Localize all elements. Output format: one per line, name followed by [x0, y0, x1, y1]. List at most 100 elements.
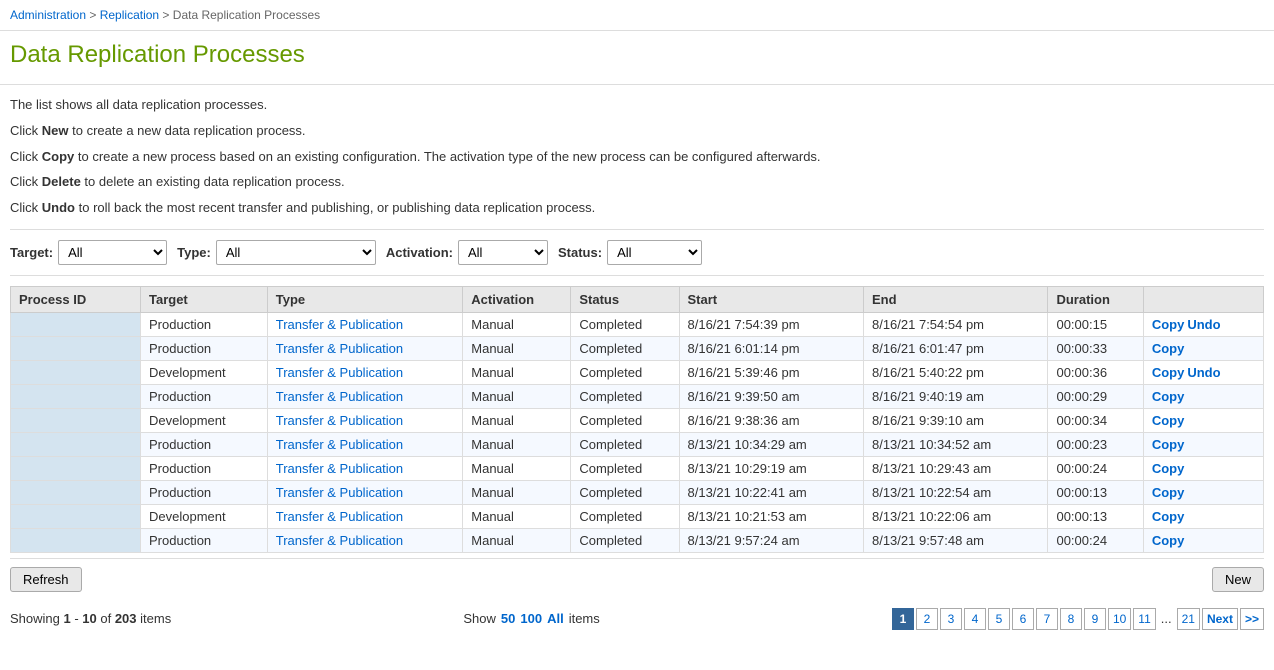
show-controls: Show 50 100 All items [463, 611, 599, 626]
page-header: Data Replication Processes [0, 31, 1274, 85]
page-9[interactable]: 9 [1084, 608, 1106, 630]
cell-type[interactable]: Transfer & Publication [267, 384, 463, 408]
type-link[interactable]: Transfer & Publication [276, 365, 403, 380]
cell-actions[interactable]: Copy [1143, 408, 1263, 432]
page-2[interactable]: 2 [916, 608, 938, 630]
page-1[interactable]: 1 [892, 608, 914, 630]
copy-action-link[interactable]: Copy [1152, 341, 1185, 356]
cell-type[interactable]: Transfer & Publication [267, 480, 463, 504]
page-11[interactable]: 11 [1133, 608, 1155, 630]
col-status: Status [571, 286, 679, 312]
cell-process-id [11, 480, 141, 504]
page-3[interactable]: 3 [940, 608, 962, 630]
cell-actions[interactable]: CopyUndo [1143, 360, 1263, 384]
cell-actions[interactable]: Copy [1143, 480, 1263, 504]
cell-actions[interactable]: CopyUndo [1143, 312, 1263, 336]
cell-end: 8/13/21 10:29:43 am [863, 456, 1047, 480]
copy-action-link[interactable]: Copy [1152, 437, 1185, 452]
type-link[interactable]: Transfer & Publication [276, 533, 403, 548]
page-7[interactable]: 7 [1036, 608, 1058, 630]
filter-status-label: Status: [558, 245, 602, 260]
copy-action-link[interactable]: Copy [1152, 485, 1185, 500]
type-link[interactable]: Transfer & Publication [276, 509, 403, 524]
cell-status: Completed [571, 336, 679, 360]
cell-type[interactable]: Transfer & Publication [267, 504, 463, 528]
refresh-button[interactable]: Refresh [10, 567, 82, 592]
page-21[interactable]: 21 [1177, 608, 1200, 630]
cell-activation: Manual [463, 528, 571, 552]
cell-type[interactable]: Transfer & Publication [267, 456, 463, 480]
copy-action-link[interactable]: Copy [1152, 317, 1185, 332]
filter-activation-select[interactable]: All Manual Automatic [458, 240, 548, 265]
copy-action-link[interactable]: Copy [1152, 509, 1185, 524]
table-row: ProductionTransfer & PublicationManualCo… [11, 432, 1264, 456]
new-button[interactable]: New [1212, 567, 1264, 592]
info-line4: Click Delete to delete an existing data … [10, 172, 1264, 193]
copy-action-link[interactable]: Copy [1152, 413, 1185, 428]
next-last-button[interactable]: >> [1240, 608, 1264, 630]
type-link[interactable]: Transfer & Publication [276, 485, 403, 500]
page-title: Data Replication Processes [10, 41, 1264, 69]
cell-type[interactable]: Transfer & Publication [267, 432, 463, 456]
cell-duration: 00:00:13 [1048, 504, 1143, 528]
cell-type[interactable]: Transfer & Publication [267, 360, 463, 384]
breadcrumb-admin[interactable]: Administration [10, 8, 86, 22]
page-6[interactable]: 6 [1012, 608, 1034, 630]
page-4[interactable]: 4 [964, 608, 986, 630]
filters-bar: Target: All Production Development Type:… [10, 229, 1264, 276]
table-row: ProductionTransfer & PublicationManualCo… [11, 456, 1264, 480]
cell-actions[interactable]: Copy [1143, 528, 1263, 552]
type-link[interactable]: Transfer & Publication [276, 437, 403, 452]
cell-actions[interactable]: Copy [1143, 504, 1263, 528]
show-50[interactable]: 50 [501, 611, 515, 626]
page-5[interactable]: 5 [988, 608, 1010, 630]
filter-activation-group: Activation: All Manual Automatic [386, 240, 548, 265]
cell-status: Completed [571, 312, 679, 336]
type-link[interactable]: Transfer & Publication [276, 341, 403, 356]
cell-type[interactable]: Transfer & Publication [267, 312, 463, 336]
cell-actions[interactable]: Copy [1143, 336, 1263, 360]
type-link[interactable]: Transfer & Publication [276, 461, 403, 476]
info-undo-bold: Undo [42, 200, 75, 215]
cell-duration: 00:00:36 [1048, 360, 1143, 384]
cell-process-id [11, 360, 141, 384]
undo-action-link[interactable]: Undo [1187, 365, 1220, 380]
next-button[interactable]: Next [1202, 608, 1238, 630]
show-all[interactable]: All [547, 611, 564, 626]
type-link[interactable]: Transfer & Publication [276, 389, 403, 404]
page-8[interactable]: 8 [1060, 608, 1082, 630]
cell-duration: 00:00:34 [1048, 408, 1143, 432]
col-start: Start [679, 286, 863, 312]
filter-status-select[interactable]: All Completed Failed Running [607, 240, 702, 265]
copy-action-link[interactable]: Copy [1152, 533, 1185, 548]
filter-type-select[interactable]: All Transfer & Publication [216, 240, 376, 265]
ellipsis: ... [1158, 611, 1175, 626]
cell-start: 8/16/21 9:38:36 am [679, 408, 863, 432]
type-link[interactable]: Transfer & Publication [276, 317, 403, 332]
cell-end: 8/13/21 10:22:06 am [863, 504, 1047, 528]
filter-type-group: Type: All Transfer & Publication [177, 240, 376, 265]
show-100[interactable]: 100 [520, 611, 542, 626]
cell-actions[interactable]: Copy [1143, 432, 1263, 456]
cell-target: Production [141, 384, 268, 408]
copy-action-link[interactable]: Copy [1152, 365, 1185, 380]
cell-type[interactable]: Transfer & Publication [267, 528, 463, 552]
cell-start: 8/16/21 9:39:50 am [679, 384, 863, 408]
type-link[interactable]: Transfer & Publication [276, 413, 403, 428]
table-row: ProductionTransfer & PublicationManualCo… [11, 312, 1264, 336]
cell-target: Production [141, 432, 268, 456]
copy-action-link[interactable]: Copy [1152, 461, 1185, 476]
cell-actions[interactable]: Copy [1143, 456, 1263, 480]
cell-end: 8/13/21 9:57:48 am [863, 528, 1047, 552]
cell-type[interactable]: Transfer & Publication [267, 408, 463, 432]
cell-end: 8/16/21 9:40:19 am [863, 384, 1047, 408]
range-start: 1 [63, 611, 70, 626]
cell-status: Completed [571, 360, 679, 384]
breadcrumb-replication[interactable]: Replication [100, 8, 159, 22]
cell-actions[interactable]: Copy [1143, 384, 1263, 408]
page-10[interactable]: 10 [1108, 608, 1131, 630]
undo-action-link[interactable]: Undo [1187, 317, 1220, 332]
filter-target-select[interactable]: All Production Development [58, 240, 167, 265]
cell-type[interactable]: Transfer & Publication [267, 336, 463, 360]
copy-action-link[interactable]: Copy [1152, 389, 1185, 404]
